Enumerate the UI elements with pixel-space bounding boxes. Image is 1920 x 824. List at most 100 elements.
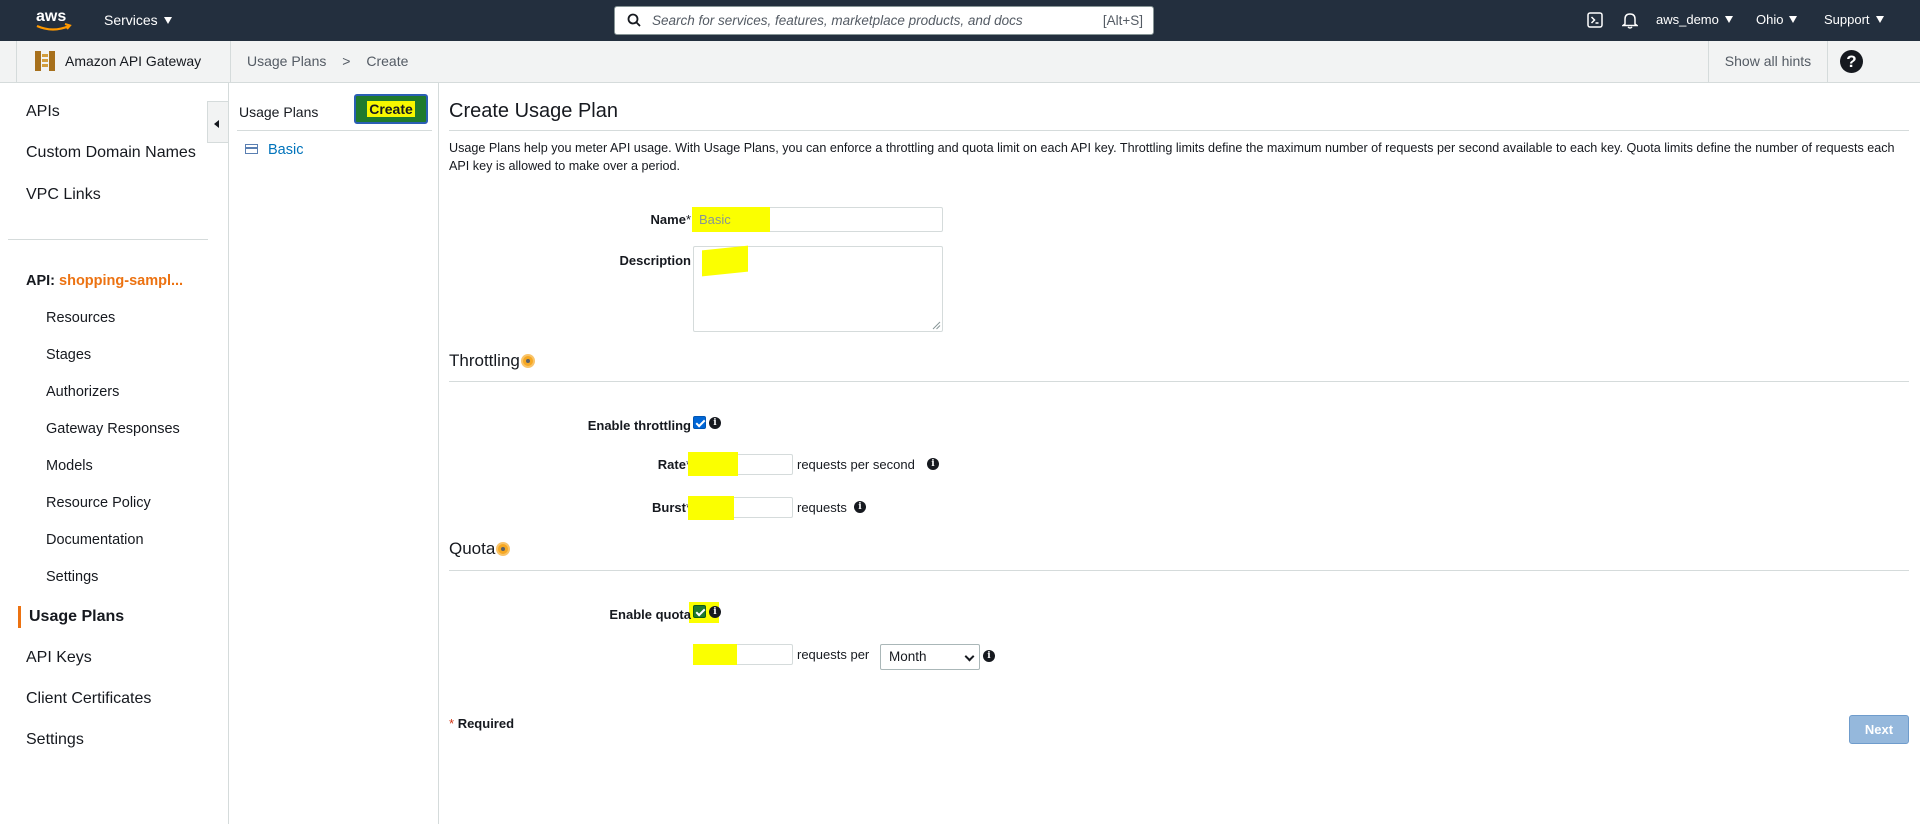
region-name: Ohio xyxy=(1756,12,1784,27)
help-icon[interactable]: ? xyxy=(1840,50,1863,73)
highlight-mark xyxy=(693,644,737,665)
quota-unit-label: requests per xyxy=(797,647,870,662)
api-name: shopping-sampl... xyxy=(59,273,184,289)
caret-down-icon xyxy=(1789,16,1798,23)
highlight-mark xyxy=(702,245,748,277)
rate-field[interactable] xyxy=(688,452,793,476)
section-divider xyxy=(449,381,1909,382)
account-name: aws_demo xyxy=(1656,12,1719,27)
nav-divider xyxy=(8,239,208,240)
section-divider xyxy=(449,570,1909,571)
usage-plans-panel: Usage Plans Create Basic xyxy=(228,83,439,824)
info-icon[interactable]: i xyxy=(854,501,866,513)
nav-item-models[interactable]: Models xyxy=(46,458,93,474)
caret-down-icon xyxy=(1724,16,1733,23)
nav-item-gateway-responses[interactable]: Gateway Responses xyxy=(46,421,180,437)
show-all-hints-button[interactable]: Show all hints xyxy=(1708,41,1828,82)
resize-handle-icon[interactable] xyxy=(932,321,941,330)
throttling-title-text: Throttling xyxy=(449,351,520,370)
bell-icon[interactable] xyxy=(1622,11,1638,29)
quota-limit-field[interactable] xyxy=(693,644,793,665)
left-navigation: APIs Custom Domain Names VPC Links API: … xyxy=(0,83,210,824)
highlight-mark xyxy=(688,452,738,476)
required-star: * xyxy=(685,212,691,227)
next-button[interactable]: Next xyxy=(1849,715,1909,744)
enable-throttling-checkbox[interactable] xyxy=(693,416,706,429)
usage-plan-item[interactable]: Basic xyxy=(245,142,303,158)
breadcrumb-separator: > xyxy=(342,53,351,69)
page-title: Create Usage Plan xyxy=(449,100,618,122)
title-divider xyxy=(449,130,1909,131)
create-button-label: Create xyxy=(367,101,415,117)
name-label-text: Name xyxy=(650,212,686,227)
api-context-label[interactable]: API: shopping-sampl... xyxy=(26,273,183,289)
rate-label: Rate* xyxy=(451,457,691,472)
rate-label-text: Rate xyxy=(657,457,686,472)
nav-item-apis[interactable]: APIs xyxy=(26,103,60,121)
info-icon[interactable]: i xyxy=(983,650,995,662)
nav-item-stages[interactable]: Stages xyxy=(46,347,91,363)
support-menu[interactable]: Support xyxy=(1824,12,1884,27)
name-label: Name* xyxy=(451,212,691,227)
search-icon xyxy=(627,13,641,27)
rate-unit-label: requests per second xyxy=(797,457,915,472)
required-note-text: Required xyxy=(457,716,515,731)
info-icon[interactable]: i xyxy=(927,458,939,470)
api-prefix: API: xyxy=(26,273,55,289)
hint-icon[interactable] xyxy=(496,542,511,556)
services-menu[interactable]: Services xyxy=(104,12,172,28)
collapse-nav-button[interactable] xyxy=(207,101,228,143)
description-field[interactable] xyxy=(693,245,943,332)
nav-item-resource-policy[interactable]: Resource Policy xyxy=(46,495,151,511)
aws-logo[interactable]: aws xyxy=(32,6,74,34)
search-shortcut: [Alt+S] xyxy=(1102,13,1143,28)
account-menu[interactable]: aws_demo xyxy=(1656,12,1733,27)
caret-down-icon xyxy=(163,17,172,24)
service-home-link[interactable]: Amazon API Gateway xyxy=(16,41,231,82)
chevron-down-icon xyxy=(964,651,975,662)
burst-unit-label: requests xyxy=(797,500,847,515)
nav-item-api-settings[interactable]: Settings xyxy=(46,569,98,585)
enable-quota-label: Enable quota xyxy=(609,607,691,622)
nav-item-authorizers[interactable]: Authorizers xyxy=(46,384,119,400)
burst-field[interactable] xyxy=(688,496,793,520)
nav-item-documentation[interactable]: Documentation xyxy=(46,532,144,548)
description-label: Description xyxy=(619,253,691,268)
info-icon[interactable]: i xyxy=(709,417,721,429)
nav-item-resources[interactable]: Resources xyxy=(46,310,115,326)
services-label: Services xyxy=(104,12,158,28)
plan-icon xyxy=(245,144,258,154)
search-input[interactable]: Search for services, features, marketpla… xyxy=(614,6,1154,35)
svg-text:aws: aws xyxy=(36,8,66,25)
quota-title-text: Quota xyxy=(449,539,496,558)
usage-plans-panel-title: Usage Plans xyxy=(239,104,319,120)
active-indicator xyxy=(18,606,21,628)
nav-item-settings[interactable]: Settings xyxy=(26,731,84,749)
breadcrumb-create: Create xyxy=(366,53,409,69)
hint-icon[interactable] xyxy=(520,354,535,368)
nav-item-vpc-links[interactable]: VPC Links xyxy=(26,186,101,204)
enable-quota-checkbox[interactable] xyxy=(693,605,706,618)
highlight-mark xyxy=(688,496,734,520)
throttling-section-title: Throttling xyxy=(449,351,535,371)
quota-period-select[interactable]: Month xyxy=(880,644,980,670)
create-button[interactable]: Create xyxy=(354,94,428,124)
quota-section-title: Quota xyxy=(449,539,511,559)
service-header: Amazon API Gateway Usage Plans > Create … xyxy=(0,41,1920,83)
info-icon[interactable]: i xyxy=(709,606,721,618)
nav-item-usage-plans[interactable]: Usage Plans xyxy=(29,608,124,626)
search-placeholder: Search for services, features, marketpla… xyxy=(652,13,1023,28)
nav-item-custom-domain-names[interactable]: Custom Domain Names xyxy=(26,144,196,162)
required-note: * Required xyxy=(449,716,514,731)
aws-logo-icon: aws xyxy=(36,8,72,31)
region-menu[interactable]: Ohio xyxy=(1756,12,1798,27)
breadcrumb-usage-plans[interactable]: Usage Plans xyxy=(247,53,326,69)
burst-label-text: Burst xyxy=(651,500,686,515)
burst-label: Burst* xyxy=(451,500,691,515)
nav-item-client-certificates[interactable]: Client Certificates xyxy=(26,690,151,708)
chevron-left-icon xyxy=(214,120,219,128)
name-field[interactable]: Basic xyxy=(692,207,943,232)
cloudshell-icon[interactable] xyxy=(1587,12,1603,28)
nav-item-api-keys[interactable]: API Keys xyxy=(26,649,92,667)
api-gateway-icon xyxy=(35,51,55,71)
